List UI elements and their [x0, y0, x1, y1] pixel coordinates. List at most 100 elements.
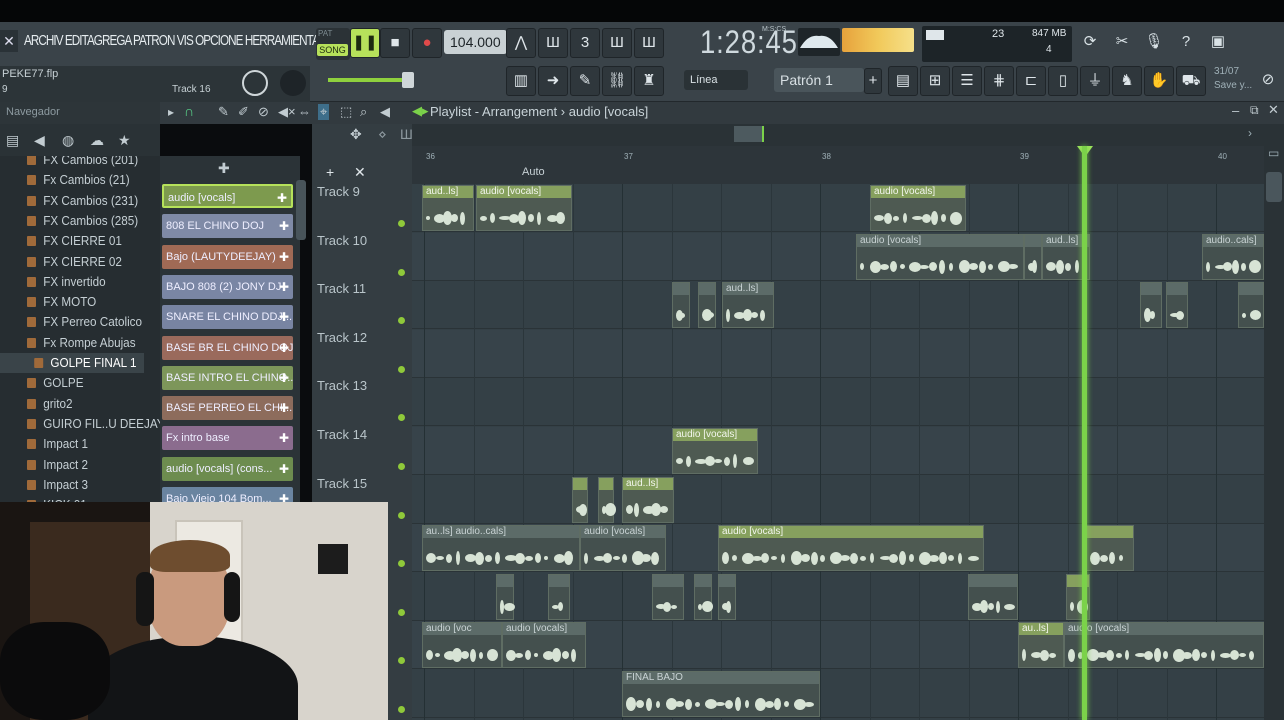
tools-icon[interactable]: ✂ [1108, 28, 1136, 56]
move-icon[interactable]: ✥ [350, 126, 362, 143]
clip-header[interactable] [1239, 283, 1263, 296]
audio-clip[interactable] [1140, 282, 1162, 329]
playlist-icon[interactable]: ▤ [888, 66, 918, 96]
track-label[interactable]: Track 11 [317, 281, 366, 296]
track-active-led[interactable] [398, 463, 405, 470]
track-active-led[interactable] [398, 268, 405, 276]
audio-clip[interactable]: audio [vocals] [672, 428, 758, 474]
clip-header[interactable]: au..ls] [1019, 623, 1063, 636]
clip-header[interactable]: audio [vocals] [871, 186, 965, 198]
delete-icon[interactable]: ⊘ [258, 104, 269, 120]
audio-clip[interactable] [718, 573, 736, 620]
slice-icon[interactable]: ⌖ [318, 104, 330, 120]
timeline-ruler[interactable]: Auto 36 37 38 39 40 [412, 146, 1264, 184]
browser-item[interactable]: FX Cambios (201) [0, 156, 144, 170]
news-text[interactable]: Save y... [1214, 80, 1252, 91]
wait-input-icon[interactable]: Ш [538, 28, 568, 58]
track-label[interactable]: Track 12 [317, 330, 367, 345]
clip-header[interactable] [1167, 283, 1187, 296]
clip-header[interactable]: audio [vocals] [857, 234, 1023, 247]
close-window-icon[interactable]: ✕ [1268, 102, 1279, 118]
countdown-icon[interactable]: 3 [570, 28, 600, 58]
track-active-led[interactable] [398, 657, 405, 665]
audio-clip[interactable] [572, 476, 588, 523]
undo-icon[interactable]: ⟳ [1076, 28, 1104, 56]
picker-add-icon[interactable]: ✚ [279, 396, 289, 420]
step-edit-icon[interactable]: Ш [602, 28, 632, 58]
audio-clip[interactable]: audio [vocals] [476, 185, 572, 231]
playback-icon[interactable]: ◀ [380, 104, 390, 120]
help-icon[interactable]: ? [1172, 28, 1200, 56]
magnet-icon[interactable]: ∩ [184, 103, 194, 119]
plugin-icon[interactable]: ⏚ [1080, 66, 1110, 96]
track-active-led[interactable] [398, 511, 405, 519]
close-icon[interactable]: ✕ [0, 30, 18, 52]
globe-icon[interactable]: ◍ [62, 132, 74, 149]
grid-icon[interactable]: Ш [400, 126, 413, 142]
tuner-icon[interactable]: ♞ [1112, 66, 1142, 96]
picker-audio-icon[interactable]: ✚ [218, 160, 230, 177]
track-lane[interactable] [412, 329, 1264, 378]
clip-header[interactable]: aud..ls] [623, 477, 673, 490]
picker-add-icon[interactable]: ✚ [279, 214, 289, 238]
browser-item[interactable]: GOLPE [0, 373, 144, 393]
browser-item[interactable]: Fx Cambios (21) [0, 170, 144, 190]
browser-item[interactable]: FX invertido [0, 272, 144, 292]
browser-item[interactable]: Fx Rompe Abujas [0, 333, 144, 353]
clip-header[interactable] [1025, 234, 1041, 247]
add-track-icon[interactable]: + [326, 164, 334, 180]
select-icon[interactable]: ⬚ [340, 104, 352, 120]
audio-clip[interactable] [652, 573, 684, 620]
picker-item[interactable]: SNARE EL CHINO DDJ... ✚ [162, 305, 293, 330]
clip-header[interactable]: audio [vocals] [719, 526, 983, 539]
picker-add-icon[interactable]: ✚ [279, 366, 289, 390]
audio-clip[interactable]: audio [vocals] [870, 185, 966, 231]
scroll-right-icon[interactable]: › [1248, 126, 1252, 140]
browser-item[interactable]: Impact 2 [0, 455, 144, 475]
clip-header[interactable] [1087, 526, 1133, 539]
picker-add-icon[interactable]: ✚ [279, 336, 289, 360]
clip-header[interactable] [599, 477, 613, 490]
microphone-icon[interactable]: 🎙 [1140, 28, 1168, 56]
pat-song-switch[interactable]: PAT SONG [316, 28, 350, 60]
audio-clip[interactable] [694, 573, 713, 620]
audio-clip[interactable]: audio [vocals] [856, 233, 1024, 280]
picker-item[interactable]: 808 EL CHINO DOJ ✚ [162, 214, 293, 239]
clip-header[interactable]: audio [vocals] [1065, 623, 1263, 636]
browser-item[interactable]: FX CIERRE 01 [0, 231, 144, 251]
loop-record-icon[interactable]: Ш [634, 28, 664, 58]
project-icon[interactable]: ▯ [1048, 66, 1078, 96]
track-lane[interactable] [412, 427, 1264, 475]
audio-clip[interactable]: au..ls] [1018, 622, 1064, 669]
playlist-vertical-scrollbar[interactable]: ▭ [1264, 146, 1284, 720]
browser-item[interactable]: GOLPE FINAL 1 [0, 353, 144, 373]
audio-clip[interactable]: audio [voc [422, 622, 502, 669]
picker-item[interactable]: BAJO 808 (2) JONY DJ ✚ [162, 274, 293, 299]
maximize-icon[interactable]: ⧉ [1250, 103, 1259, 118]
piano-roll-icon[interactable]: ▥ [506, 66, 536, 96]
add-pattern-button[interactable]: + [864, 68, 882, 94]
audio-clip[interactable]: audio..cals] [1202, 233, 1264, 280]
snap-icon[interactable]: ⋄ [378, 126, 387, 143]
clip-header[interactable] [673, 283, 689, 296]
arrow-tool-icon[interactable]: ➜ [538, 66, 568, 96]
picker-add-icon[interactable]: ✚ [279, 426, 289, 450]
track-label[interactable]: Track 10 [317, 233, 367, 248]
playlist-grid[interactable]: aud..ls] audio [vocals] audio [vocals] audi… [412, 184, 1264, 720]
audio-clip[interactable]: audio [vocals] [718, 525, 984, 572]
audio-clip[interactable] [1024, 233, 1042, 280]
track-lane[interactable] [412, 670, 1264, 718]
audio-clip[interactable] [548, 573, 570, 620]
clip-header[interactable] [719, 574, 735, 587]
news-icon[interactable]: ⊘ [1254, 66, 1282, 94]
slip-icon[interactable]: ⇔ [298, 104, 311, 119]
track-active-led[interactable] [398, 220, 405, 227]
clip-header[interactable]: FINAL BAJO [623, 672, 819, 684]
metronome-icon[interactable]: ⋀ [506, 28, 536, 58]
stop-button[interactable]: ■ [380, 28, 410, 58]
tempo-display[interactable]: 104.000 [444, 30, 507, 54]
brush-icon[interactable]: ✐ [238, 104, 249, 120]
browser-item[interactable]: grito2 [0, 394, 144, 414]
clip-header[interactable] [699, 283, 715, 296]
link-icon[interactable]: ⛓ [602, 66, 632, 96]
